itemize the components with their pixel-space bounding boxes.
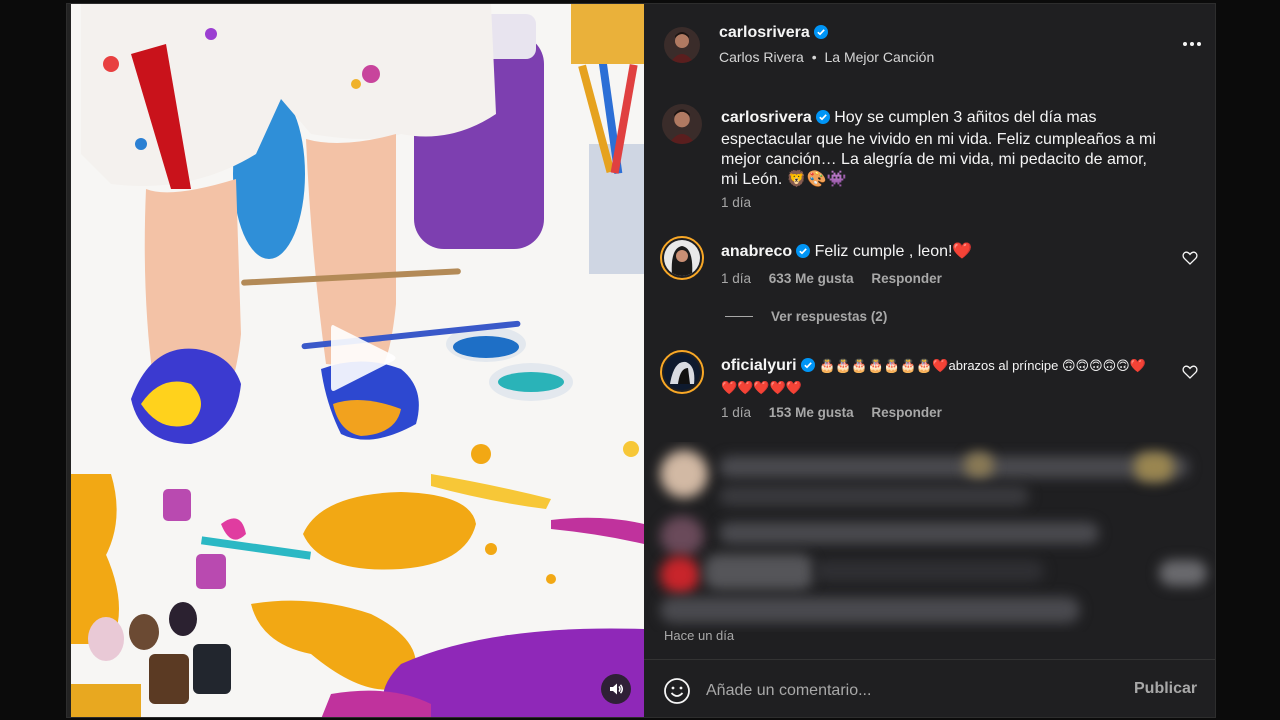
comment-likes[interactable]: 633 Me gusta (769, 271, 854, 286)
more-options-dot (1190, 42, 1194, 46)
more-options-icon (1183, 42, 1187, 46)
blurred-avatar (660, 556, 700, 594)
verified-badge-icon (800, 358, 815, 378)
comment-age: 1 día (721, 271, 752, 286)
commenter-avatar-image (664, 240, 700, 276)
blurred-text (719, 456, 1189, 478)
blurred-text (704, 554, 814, 590)
blurred-emoji (964, 452, 994, 478)
footer-divider (644, 659, 1215, 660)
blurred-avatar (660, 516, 704, 556)
blurred-text (814, 560, 1044, 582)
caption-meta: 1 día (721, 195, 765, 210)
commenter-avatar-oficialyuri[interactable] (660, 350, 704, 394)
blurred-avatar (660, 450, 708, 498)
post-details-panel: carlosrivera Carlos Rivera • La Mejor Ca… (644, 4, 1215, 717)
author-username-row: carlosrivera (719, 24, 828, 44)
blurred-emoji (1134, 452, 1174, 482)
caption-text-block: carlosrivera Hoy se cumplen 3 añitos del… (721, 108, 1161, 190)
verified-badge-icon (796, 244, 811, 264)
subtitle-separator: • (811, 49, 817, 65)
author-username[interactable]: carlosrivera (719, 24, 810, 41)
audio-title-link[interactable]: La Mejor Canción (825, 49, 935, 65)
like-comment-heart-icon[interactable] (1182, 364, 1198, 380)
caption-username[interactable]: carlosrivera (721, 109, 812, 126)
speaker-icon (610, 683, 623, 695)
blurred-text (719, 522, 1099, 544)
author-avatar[interactable] (664, 27, 700, 63)
post-modal: carlosrivera Carlos Rivera • La Mejor Ca… (66, 3, 1216, 718)
view-replies-label: Ver respuestas (2) (771, 309, 888, 324)
more-options-dot (1197, 42, 1201, 46)
post-time-ago: Hace un día (664, 628, 735, 643)
caption-author-avatar[interactable] (662, 104, 702, 144)
reply-button[interactable]: Responder (871, 405, 942, 420)
author-fullname[interactable]: Carlos Rivera (719, 49, 804, 65)
comment-item: anabreco Feliz cumple , leon!❤️ (721, 242, 1161, 264)
blurred-text (719, 486, 1029, 506)
play-button[interactable] (323, 318, 403, 398)
comment-meta: 1 día 153 Me gusta Responder (721, 405, 956, 420)
comment-username[interactable]: anabreco (721, 243, 792, 260)
comment-meta: 1 día 633 Me gusta Responder (721, 271, 956, 286)
mute-toggle-button[interactable] (601, 674, 631, 704)
comment-likes[interactable]: 153 Me gusta (769, 405, 854, 420)
comment-text: Feliz cumple , leon!❤️ (814, 243, 973, 260)
commenter-avatar-anabreco[interactable] (660, 236, 704, 280)
blurred-icon (1159, 560, 1207, 586)
blurred-comments-region (644, 442, 1215, 632)
author-subtitle: Carlos Rivera • La Mejor Canción (719, 49, 934, 65)
comment-item: oficialyuri 🎂🎂🎂🎂🎂🎂🎂❤️abrazos al príncipe… (721, 356, 1161, 398)
play-icon (331, 325, 396, 391)
more-options-button[interactable] (1180, 34, 1204, 54)
like-comment-heart-icon[interactable] (1182, 250, 1198, 266)
reply-button[interactable]: Responder (871, 271, 942, 286)
caption-age: 1 día (721, 195, 752, 210)
add-comment-input[interactable] (706, 676, 1086, 706)
commenter-avatar-image (664, 354, 700, 390)
caption-avatar-image (662, 104, 702, 144)
comment-age: 1 día (721, 405, 752, 420)
view-replies-button[interactable]: Ver respuestas (2) (725, 309, 887, 324)
publish-comment-button[interactable]: Publicar (1134, 680, 1197, 698)
post-media-video[interactable] (71, 4, 644, 717)
emoji-smiley-icon[interactable] (663, 677, 691, 705)
author-avatar-image (664, 27, 700, 63)
blurred-text (660, 597, 1080, 623)
comment-username[interactable]: oficialyuri (721, 357, 797, 374)
verified-badge-icon (815, 110, 830, 130)
verified-badge-icon (813, 25, 828, 44)
replies-divider-line (725, 316, 753, 317)
